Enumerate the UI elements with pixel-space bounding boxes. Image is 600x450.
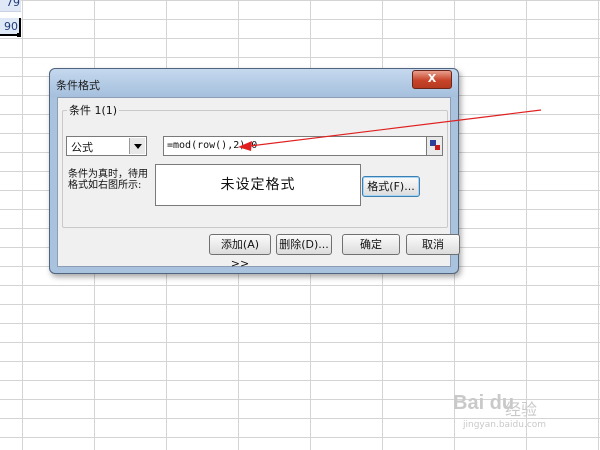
arrow-head — [238, 141, 252, 151]
arrow-line — [249, 109, 542, 147]
watermark-url: jingyan.baidu.com — [463, 420, 547, 430]
annotation-arrow — [238, 109, 542, 151]
watermark-sub: 经验 — [505, 400, 538, 419]
baidu-watermark: Bai du 经验 jingyan.baidu.com — [453, 384, 593, 434]
